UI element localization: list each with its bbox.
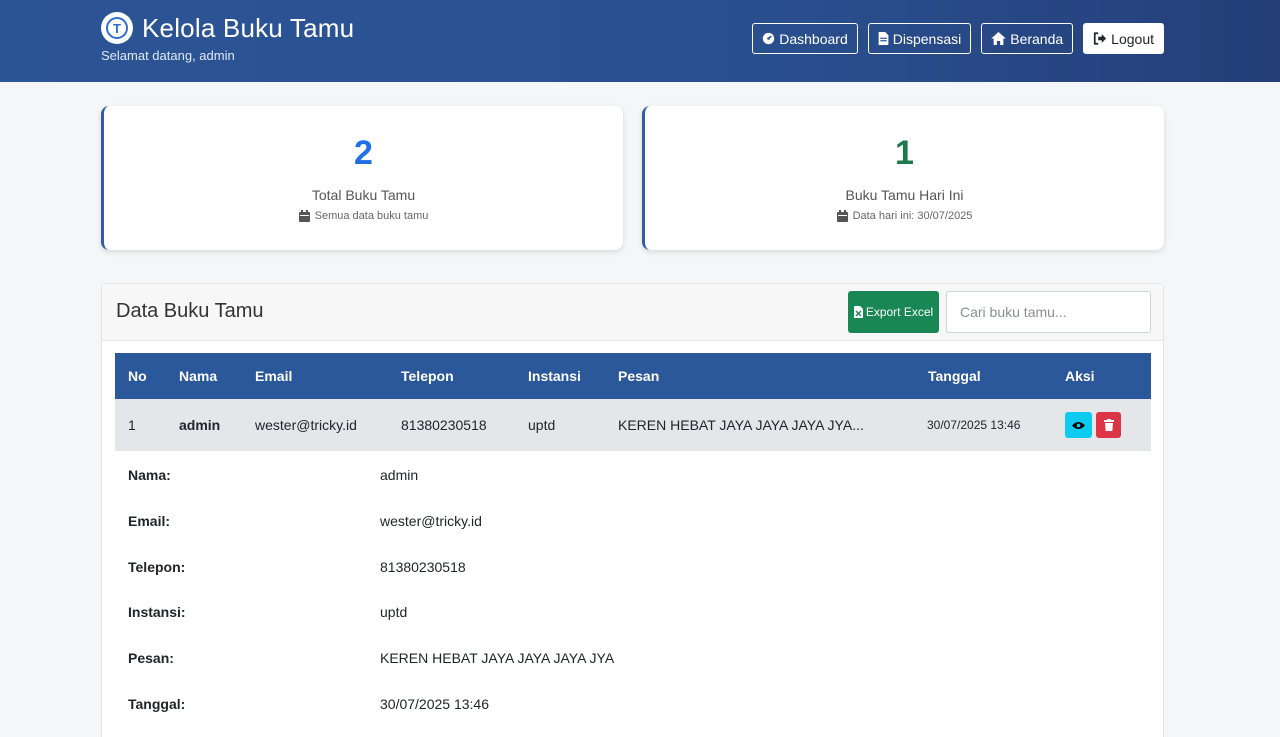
detail-row-telepon: Telepon: 81380230518 bbox=[128, 543, 1128, 589]
today-label: Buku Tamu Hari Ini bbox=[845, 187, 964, 203]
cell-instansi: uptd bbox=[528, 417, 556, 433]
cell-pesan: KEREN HEBAT JAYA JAYA JAYA JYA... bbox=[618, 417, 864, 433]
detail-value: 81380230518 bbox=[380, 558, 466, 575]
brand: T Kelola Buku Tamu Selamat datang, admin bbox=[101, 12, 354, 63]
search-input[interactable] bbox=[946, 291, 1151, 333]
total-count: 2 bbox=[354, 134, 373, 172]
cell-tanggal: 30/07/2025 13:46 bbox=[927, 418, 1021, 432]
col-telepon: Telepon bbox=[401, 368, 454, 384]
gauge-icon bbox=[763, 32, 775, 45]
dashboard-label: Dashboard bbox=[779, 30, 848, 47]
view-button[interactable] bbox=[1065, 412, 1092, 438]
detail-label: Nama: bbox=[128, 467, 171, 483]
detail-value: uptd bbox=[380, 604, 408, 621]
page-title: Kelola Buku Tamu bbox=[142, 12, 355, 43]
cell-email: wester@tricky.id bbox=[255, 417, 357, 433]
cell-nama: admin bbox=[179, 417, 221, 433]
logo-letter: T bbox=[106, 17, 128, 39]
cell-aksi bbox=[1065, 399, 1121, 451]
table-header: No Nama Email Telepon Instansi Pesan Tan… bbox=[115, 353, 1151, 399]
delete-button[interactable] bbox=[1096, 412, 1121, 438]
detail-row-email: Email: wester@tricky.id bbox=[128, 497, 1128, 543]
col-instansi: Instansi bbox=[528, 368, 581, 384]
col-pesan: Pesan bbox=[618, 368, 660, 384]
col-email: Email bbox=[255, 368, 293, 384]
today-note-text: Data hari ini: 30/07/2025 bbox=[852, 210, 973, 222]
detail-label: Telepon: bbox=[128, 558, 186, 575]
calendar-icon bbox=[298, 210, 310, 222]
total-note: Semua data buku tamu bbox=[104, 210, 623, 222]
beranda-button[interactable]: Beranda bbox=[981, 23, 1074, 54]
detail-row-tanggal: Tanggal: 30/07/2025 13:46 bbox=[128, 680, 1128, 726]
detail-value: KEREN HEBAT JAYA JAYA JAYA JYA bbox=[380, 650, 615, 667]
col-aksi: Aksi bbox=[1065, 368, 1095, 384]
detail-label: Tanggal: bbox=[128, 695, 186, 712]
detail-label: Pesan: bbox=[128, 650, 174, 667]
guestbook-panel: Data Buku Tamu Export Excel No Nama Emai… bbox=[101, 283, 1164, 737]
detail-label: Email: bbox=[128, 512, 171, 529]
detail-row-instansi: Instansi: uptd bbox=[128, 588, 1128, 634]
export-excel-button[interactable]: Export Excel bbox=[848, 291, 939, 333]
file-icon bbox=[878, 32, 889, 45]
col-nama: Nama bbox=[179, 368, 218, 384]
export-label: Export Excel bbox=[865, 305, 934, 319]
home-icon bbox=[991, 32, 1007, 45]
trash-icon bbox=[1103, 419, 1114, 431]
total-note-text: Semua data buku tamu bbox=[314, 210, 429, 222]
panel-title: Data Buku Tamu bbox=[116, 300, 264, 322]
col-no: No bbox=[128, 368, 147, 384]
top-header: T Kelola Buku Tamu Selamat datang, admin… bbox=[0, 0, 1280, 82]
col-tanggal: Tanggal bbox=[928, 368, 981, 384]
logout-button[interactable]: Logout bbox=[1083, 23, 1164, 54]
detail-row-nama: Nama: admin bbox=[128, 451, 1128, 497]
detail-label: Instansi: bbox=[128, 604, 186, 621]
logout-label: Logout bbox=[1111, 30, 1154, 47]
header-nav: Dashboard Dispensasi Beranda Logout bbox=[752, 23, 1164, 54]
today-note: Data hari ini: 30/07/2025 bbox=[645, 210, 1164, 222]
eye-icon bbox=[1072, 421, 1085, 429]
beranda-label: Beranda bbox=[1010, 30, 1064, 47]
total-stat-card: 2 Total Buku Tamu Semua data buku tamu bbox=[101, 106, 623, 250]
table-row: 1 admin wester@tricky.id 81380230518 upt… bbox=[115, 399, 1151, 451]
cell-no: 1 bbox=[128, 417, 136, 433]
dispensasi-button[interactable]: Dispensasi bbox=[867, 23, 972, 54]
dashboard-button[interactable]: Dashboard bbox=[752, 23, 858, 54]
detail-value: admin bbox=[380, 467, 419, 483]
today-stat-card: 1 Buku Tamu Hari Ini Data hari ini: 30/0… bbox=[642, 106, 1164, 250]
detail-list: Nama: admin Email: wester@tricky.id Tele… bbox=[128, 451, 1128, 726]
app-logo: T bbox=[101, 12, 133, 44]
excel-file-icon bbox=[853, 306, 863, 318]
cell-telepon: 81380230518 bbox=[401, 417, 487, 433]
detail-value: 30/07/2025 13:46 bbox=[380, 695, 489, 712]
logout-icon bbox=[1094, 32, 1107, 45]
detail-row-pesan: Pesan: KEREN HEBAT JAYA JAYA JAYA JYA bbox=[128, 634, 1128, 680]
dispensasi-label: Dispensasi bbox=[892, 30, 962, 47]
panel-header: Data Buku Tamu Export Excel bbox=[102, 284, 1163, 341]
today-count: 1 bbox=[895, 134, 914, 172]
calendar-icon bbox=[836, 210, 848, 222]
detail-value: wester@tricky.id bbox=[380, 512, 482, 529]
total-label: Total Buku Tamu bbox=[311, 187, 416, 203]
welcome-text: Selamat datang, admin bbox=[101, 48, 235, 63]
